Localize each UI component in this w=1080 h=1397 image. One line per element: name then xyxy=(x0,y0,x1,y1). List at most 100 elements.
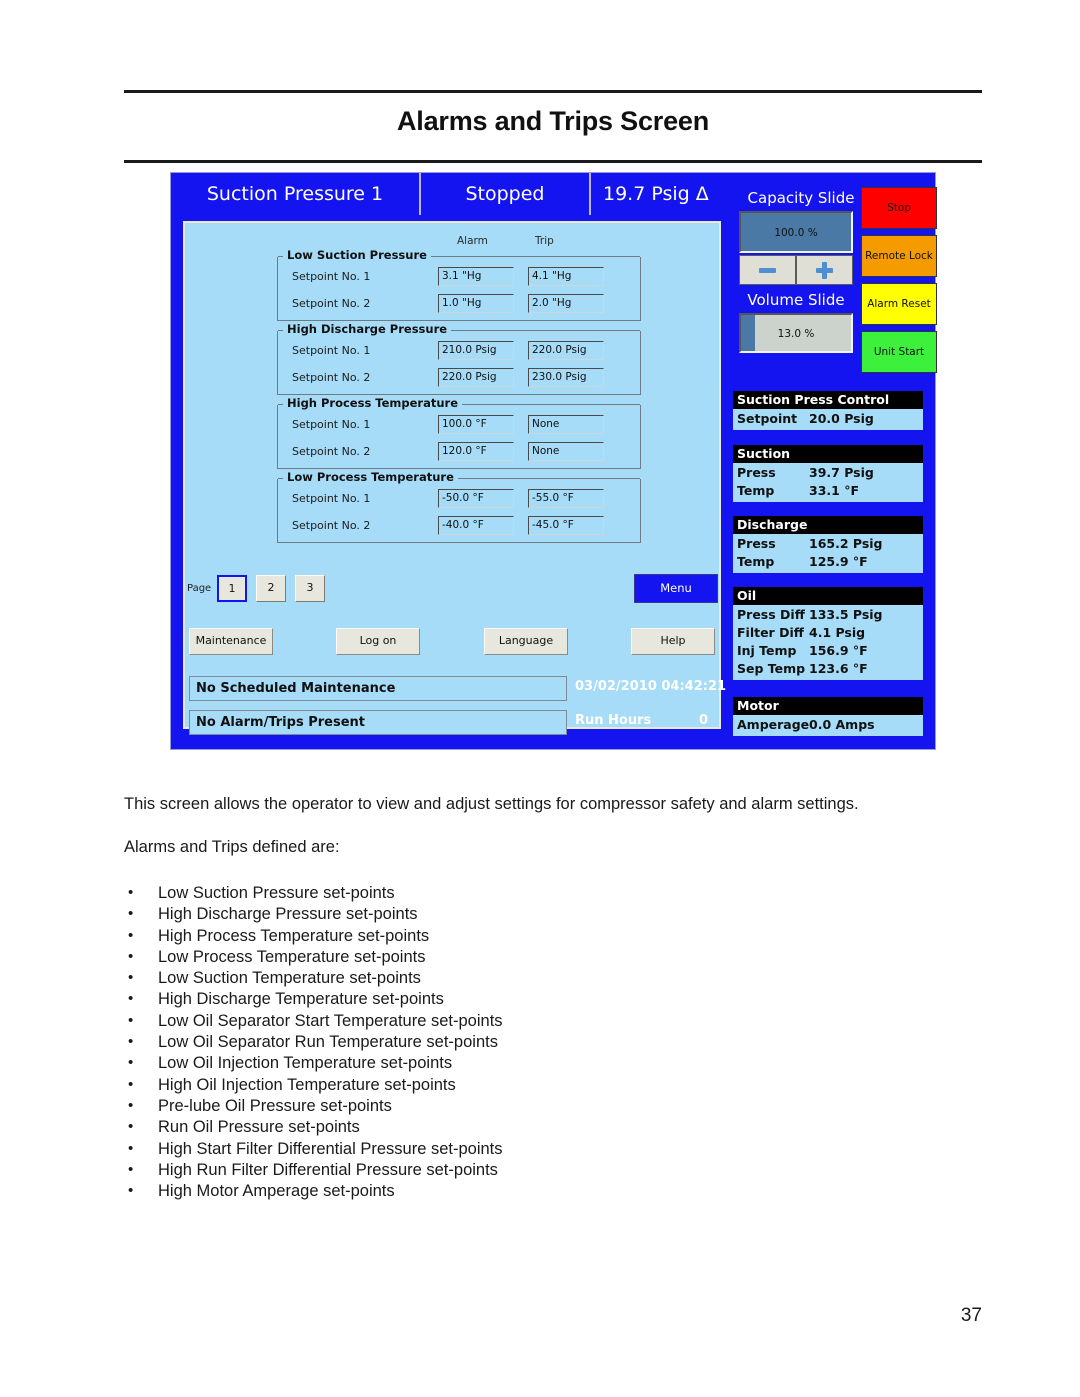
panel-key: Inj Temp xyxy=(737,643,797,658)
panel-key: Press xyxy=(737,536,776,551)
panel-key: Setpoint xyxy=(737,411,798,426)
panel-value: 0.0 Amps xyxy=(809,717,875,732)
alarm-value-field[interactable]: 100.0 °F xyxy=(438,415,514,434)
setpoint-row: Setpoint No. 2 -40.0 °F -45.0 °F xyxy=(278,512,640,539)
plus-icon xyxy=(816,261,833,279)
group-title: High Discharge Pressure xyxy=(283,322,452,336)
setpoint-group-high-process-temperature: High Process Temperature Setpoint No. 1 … xyxy=(277,396,641,469)
intro-paragraph: This screen allows the operator to view … xyxy=(124,795,859,813)
panel-oil: Oil Press Diff 133.5 Psig Filter Diff 4.… xyxy=(733,587,923,680)
panel-key: Amperage xyxy=(737,717,810,732)
setpoint-label: Setpoint No. 1 xyxy=(292,270,371,283)
panel-row: Press 39.7 Psig xyxy=(733,464,923,482)
list-item: Pre-lube Oil Pressure set-points xyxy=(124,1095,503,1117)
maintenance-button[interactable]: Maintenance xyxy=(189,628,273,655)
panel-value: 125.9 °F xyxy=(809,554,868,569)
list-item: Low Suction Pressure set-points xyxy=(124,882,503,904)
trip-value-field[interactable]: 220.0 Psig xyxy=(528,341,604,360)
panel-key: Temp xyxy=(737,483,775,498)
column-header-trip: Trip xyxy=(535,235,554,247)
trip-value-field[interactable]: 4.1 "Hg xyxy=(528,267,604,286)
capacity-slide-bar[interactable]: 100.0 % xyxy=(739,211,853,253)
document-page: Alarms and Trips Screen Suction Pressure… xyxy=(0,0,1080,1397)
panel-row: Filter Diff 4.1 Psig xyxy=(733,624,923,642)
machine-state: Stopped xyxy=(421,173,591,215)
group-title: High Process Temperature xyxy=(283,396,463,410)
list-item: High Discharge Pressure set-points xyxy=(124,903,503,925)
list-item: High Run Filter Differential Pressure se… xyxy=(124,1159,503,1181)
group-title: Low Suction Pressure xyxy=(283,248,431,262)
trip-value-field[interactable]: 2.0 "Hg xyxy=(528,294,604,313)
list-item: High Discharge Temperature set-points xyxy=(124,988,503,1010)
capacity-increase-button[interactable] xyxy=(796,255,853,285)
volume-slide-bar[interactable]: 13.0 % xyxy=(739,313,853,353)
trip-value-field[interactable]: 230.0 Psig xyxy=(528,368,604,387)
setpoint-row: Setpoint No. 2 220.0 Psig 230.0 Psig xyxy=(278,364,640,391)
capacity-decrease-button[interactable] xyxy=(739,255,796,285)
menu-button[interactable]: Menu xyxy=(634,574,718,603)
alarm-value-field[interactable]: 1.0 "Hg xyxy=(438,294,514,313)
page-navigation-bar: Page 1 2 3 Menu xyxy=(183,571,721,607)
page-button-3[interactable]: 3 xyxy=(295,575,325,602)
setpoint-label: Setpoint No. 1 xyxy=(292,418,371,431)
panel-value: 20.0 Psig xyxy=(809,411,874,426)
panel-value: 165.2 Psig xyxy=(809,536,883,551)
trip-value-field[interactable]: -45.0 °F xyxy=(528,516,604,535)
stop-button[interactable]: Stop xyxy=(861,187,937,229)
list-intro: Alarms and Trips defined are: xyxy=(124,838,340,856)
help-button[interactable]: Help xyxy=(631,628,715,655)
list-item: Low Process Temperature set-points xyxy=(124,946,503,968)
panel-row: Temp 33.1 °F xyxy=(733,482,923,500)
alarms-and-trips-list: Low Suction Pressure set-pointsHigh Disc… xyxy=(124,882,503,1202)
unit-start-button[interactable]: Unit Start xyxy=(861,331,937,373)
page-number: 37 xyxy=(960,1305,982,1326)
minus-icon xyxy=(759,267,776,273)
panel-key: Press xyxy=(737,465,776,480)
panel-motor: Motor Amperage 0.0 Amps xyxy=(733,697,923,736)
list-item: High Start Filter Differential Pressure … xyxy=(124,1138,503,1160)
list-item: Low Oil Separator Start Temperature set-… xyxy=(124,1010,503,1032)
panel-value: 123.6 °F xyxy=(809,661,868,676)
alarm-value-field[interactable]: -50.0 °F xyxy=(438,489,514,508)
language-button[interactable]: Language xyxy=(484,628,568,655)
alarm-value-field[interactable]: 210.0 Psig xyxy=(438,341,514,360)
panel-value: 39.7 Psig xyxy=(809,465,874,480)
volume-slide-title: Volume Slide xyxy=(747,291,845,309)
panel-suction: Suction Press 39.7 Psig Temp 33.1 °F xyxy=(733,445,923,502)
datetime-display: 03/02/2010 04:42:21 xyxy=(575,679,727,694)
panel-key: Press Diff xyxy=(737,607,805,622)
panel-row: Sep Temp 123.6 °F xyxy=(733,660,923,678)
alarm-status-bar: No Alarm/Trips Present xyxy=(189,710,567,735)
panel-value: 156.9 °F xyxy=(809,643,868,658)
setpoint-row: Setpoint No. 2 120.0 °F None xyxy=(278,438,640,465)
alarm-value-field[interactable]: 220.0 Psig xyxy=(438,368,514,387)
panel-row: Inj Temp 156.9 °F xyxy=(733,642,923,660)
header-rule-bottom xyxy=(124,160,982,163)
list-item: High Process Temperature set-points xyxy=(124,925,503,947)
trip-value-field[interactable]: None xyxy=(528,415,604,434)
panel-header: Oil xyxy=(733,587,923,605)
setpoint-label: Setpoint No. 2 xyxy=(292,371,371,384)
log-on-button[interactable]: Log on xyxy=(336,628,420,655)
group-title: Low Process Temperature xyxy=(283,470,458,484)
panel-row: Amperage 0.0 Amps xyxy=(733,716,923,734)
capacity-slide-value: 100.0 % xyxy=(774,227,818,239)
alarm-value-field[interactable]: 120.0 °F xyxy=(438,442,514,461)
trip-value-field[interactable]: -55.0 °F xyxy=(528,489,604,508)
alarm-value-field[interactable]: 3.1 "Hg xyxy=(438,267,514,286)
capacity-slide-title: Capacity Slide xyxy=(747,189,855,207)
alarm-value-field[interactable]: -40.0 °F xyxy=(438,516,514,535)
page-button-2[interactable]: 2 xyxy=(256,575,286,602)
panel-header: Discharge xyxy=(733,516,923,534)
remote-lock-button[interactable]: Remote Lock xyxy=(861,235,937,277)
page-button-1[interactable]: 1 xyxy=(217,575,247,602)
trip-value-field[interactable]: None xyxy=(528,442,604,461)
panel-header: Suction Press Control xyxy=(733,391,923,409)
alarm-reset-button[interactable]: Alarm Reset xyxy=(861,283,937,325)
list-item: Run Oil Pressure set-points xyxy=(124,1116,503,1138)
list-item: Low Oil Injection Temperature set-points xyxy=(124,1052,503,1074)
panel-discharge: Discharge Press 165.2 Psig Temp 125.9 °F xyxy=(733,516,923,573)
panel-header: Suction xyxy=(733,445,923,463)
panel-value: 133.5 Psig xyxy=(809,607,883,622)
panel-row: Press Diff 133.5 Psig xyxy=(733,606,923,624)
